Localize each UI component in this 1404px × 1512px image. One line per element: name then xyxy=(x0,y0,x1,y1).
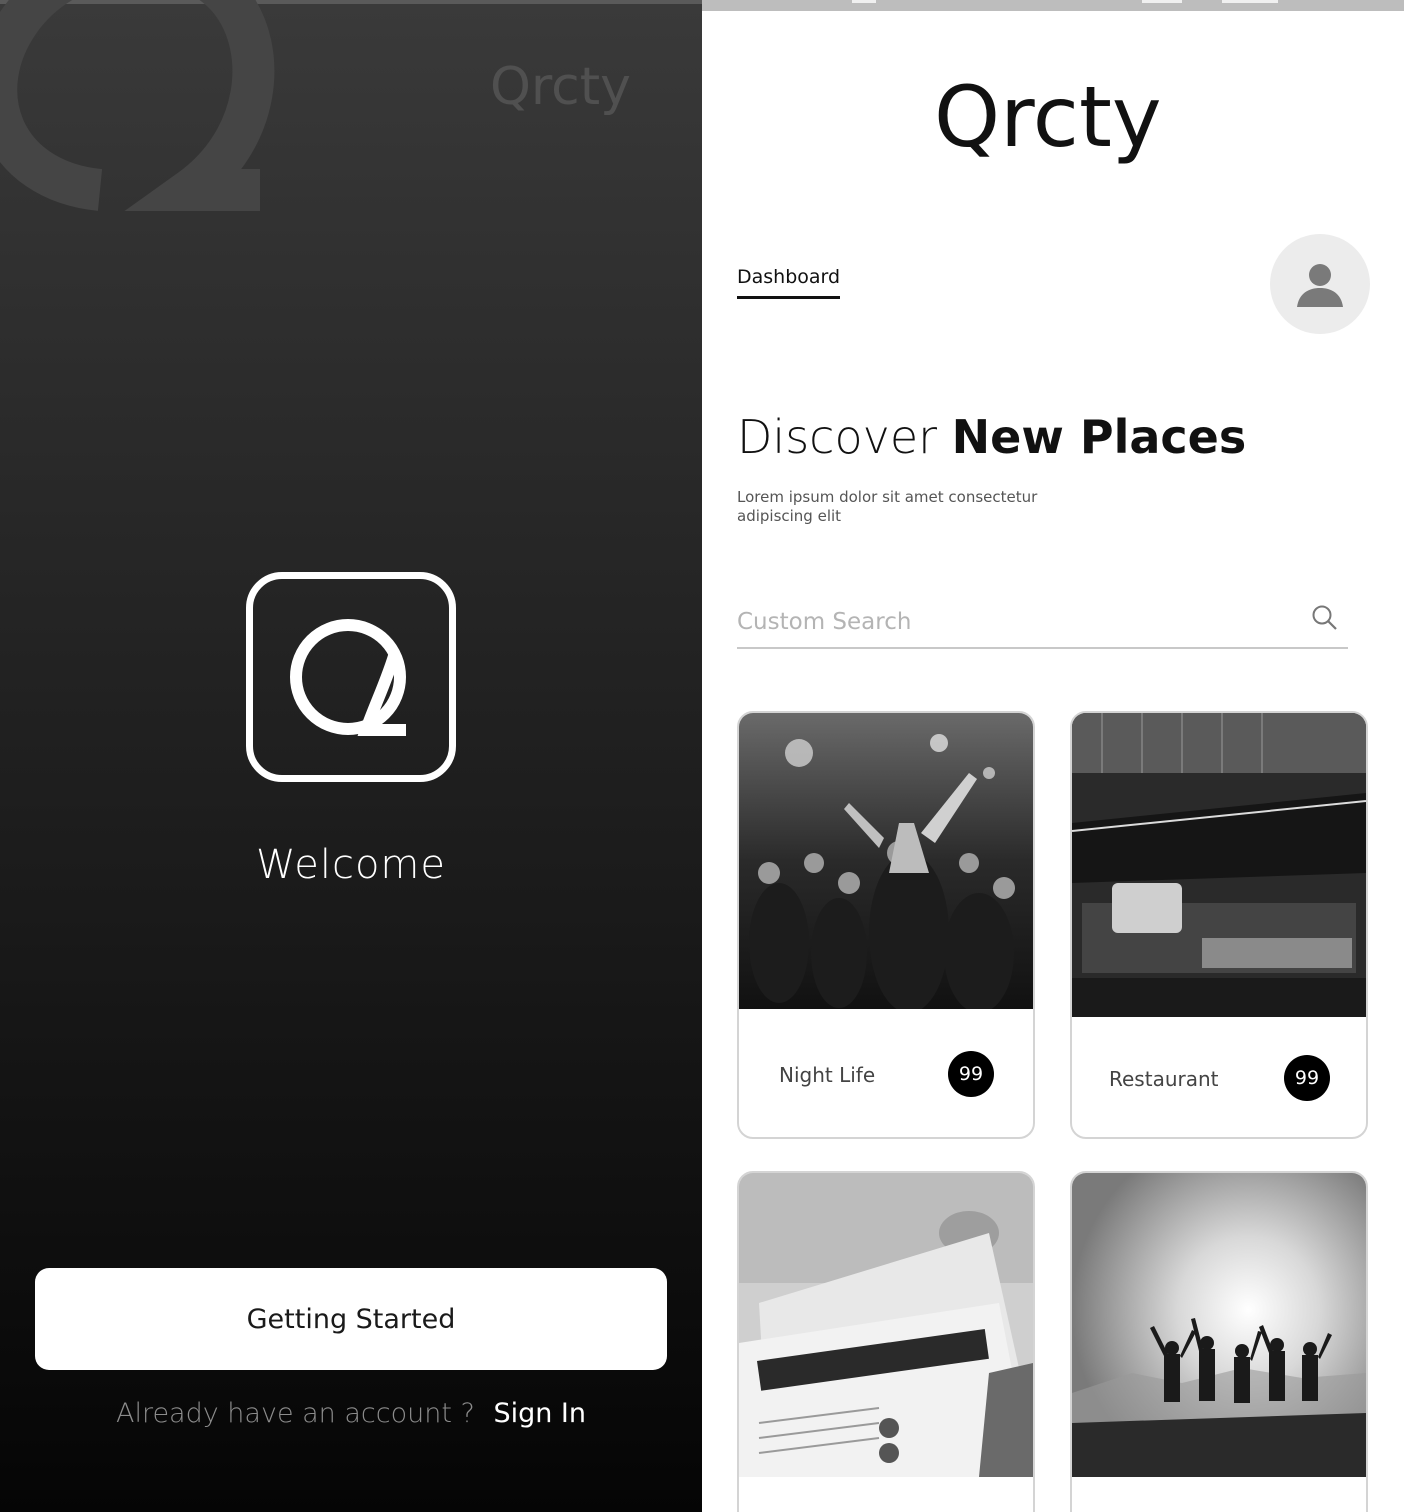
category-label: Night Life xyxy=(779,1063,876,1087)
category-label: Restaurant xyxy=(1109,1067,1219,1091)
search-input[interactable] xyxy=(737,604,1297,640)
business-photo xyxy=(739,1173,1033,1477)
headline-light: Discover xyxy=(737,410,952,464)
tab-dashboard[interactable]: Dashboard xyxy=(737,266,841,299)
background-q-logo-icon xyxy=(0,0,275,211)
status-indicator xyxy=(852,0,876,3)
page-title: Discover New Places xyxy=(737,410,1246,464)
night-life-photo xyxy=(739,713,1033,1009)
welcome-heading: Welcome xyxy=(256,842,446,888)
search-icon[interactable] xyxy=(1311,604,1339,632)
ghost-brand-logo: Qrcty xyxy=(490,57,631,117)
user-silhouette-icon xyxy=(1297,264,1343,307)
restaurant-photo xyxy=(1072,713,1366,1017)
dashboard-screen: Qrcty Dashboard Discover New Places Lore… xyxy=(702,0,1404,1512)
search-bar xyxy=(737,598,1348,649)
brand-logo: Qrcty xyxy=(934,68,1162,166)
sign-in-row: Already have an account ? Sign In xyxy=(0,1398,702,1429)
getting-started-button[interactable]: Getting Started xyxy=(35,1268,667,1370)
status-indicator xyxy=(1222,0,1278,3)
category-card-travel[interactable] xyxy=(1070,1171,1368,1512)
ghost-brand-text: Qrcty xyxy=(490,57,631,117)
count-badge: 99 xyxy=(1284,1055,1330,1101)
headline-bold: New Places xyxy=(951,410,1247,464)
category-card-restaurant[interactable]: Restaurant 99 xyxy=(1070,711,1368,1139)
status-indicator xyxy=(1142,0,1182,3)
travel-photo xyxy=(1072,1173,1366,1477)
count-badge: 99 xyxy=(948,1051,994,1097)
q-logo-icon xyxy=(290,619,406,736)
app-icon xyxy=(246,572,456,782)
status-bar xyxy=(702,0,1404,11)
account-prompt: Already have an account ? xyxy=(115,1398,475,1429)
welcome-screen: Qrcty Welcome Getting Started Already ha… xyxy=(0,0,702,1512)
sign-in-link[interactable]: Sign In xyxy=(493,1398,586,1429)
avatar[interactable] xyxy=(1270,234,1370,334)
category-card-business[interactable] xyxy=(737,1171,1035,1512)
brand-text: Qrcty xyxy=(934,68,1162,166)
category-card-night-life[interactable]: Night Life 99 xyxy=(737,711,1035,1139)
page-subtitle: Lorem ipsum dolor sit amet consectetur a… xyxy=(737,488,1038,525)
